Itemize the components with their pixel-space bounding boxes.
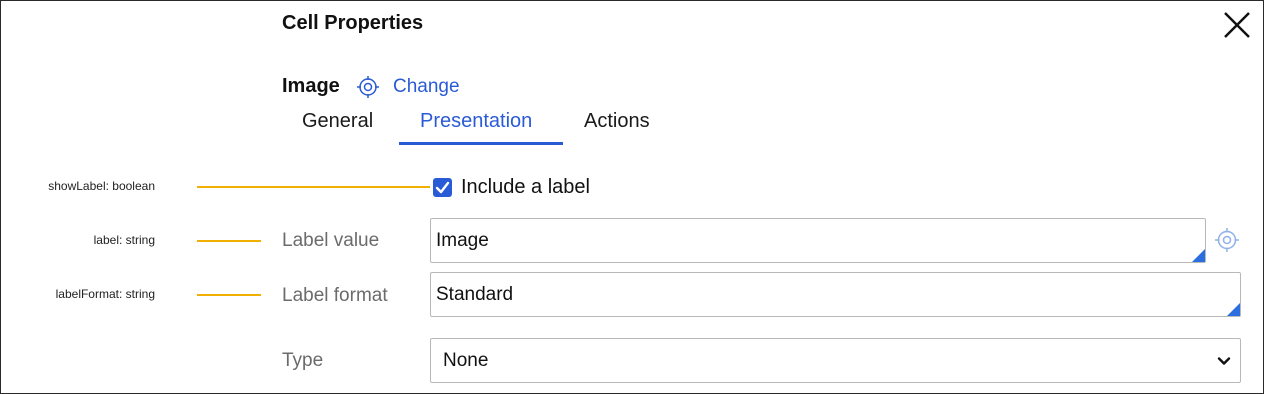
label-value-field[interactable]: Image <box>430 218 1206 263</box>
target-icon[interactable] <box>356 75 380 99</box>
annotation-line-show-label <box>197 186 430 188</box>
resize-corner-icon <box>1227 303 1240 316</box>
type-select-value: None <box>443 350 489 371</box>
label-value-text: Image <box>436 230 489 251</box>
change-link[interactable]: Change <box>393 76 460 98</box>
annotation-line-label-format <box>197 294 261 296</box>
tab-presentation[interactable]: Presentation <box>420 110 532 133</box>
annotation-label: label: string <box>93 233 155 247</box>
resize-corner-icon <box>1192 249 1205 262</box>
include-label-checkbox[interactable] <box>433 178 452 197</box>
annotation-show-label: showLabel: boolean <box>48 179 155 193</box>
close-icon[interactable] <box>1220 8 1254 42</box>
label-format-label: Label format <box>282 285 388 306</box>
section-title: Image <box>282 75 340 97</box>
active-tab-indicator <box>399 142 563 145</box>
chevron-down-icon <box>1217 357 1231 365</box>
tab-general[interactable]: General <box>302 110 373 133</box>
annotation-label-format: labelFormat: string <box>55 287 155 301</box>
label-value-label: Label value <box>282 230 380 251</box>
label-value-target-icon[interactable] <box>1214 227 1240 253</box>
label-format-field[interactable]: Standard <box>430 272 1241 317</box>
label-format-text: Standard <box>436 284 514 305</box>
type-select[interactable]: None <box>430 338 1241 383</box>
dialog-title: Cell Properties <box>282 12 424 34</box>
checkmark-icon <box>435 181 450 194</box>
annotation-line-label <box>197 240 261 242</box>
tab-actions[interactable]: Actions <box>584 110 650 133</box>
cell-properties-dialog <box>0 0 1264 394</box>
include-label-text: Include a label <box>461 176 590 198</box>
type-label: Type <box>282 350 324 371</box>
